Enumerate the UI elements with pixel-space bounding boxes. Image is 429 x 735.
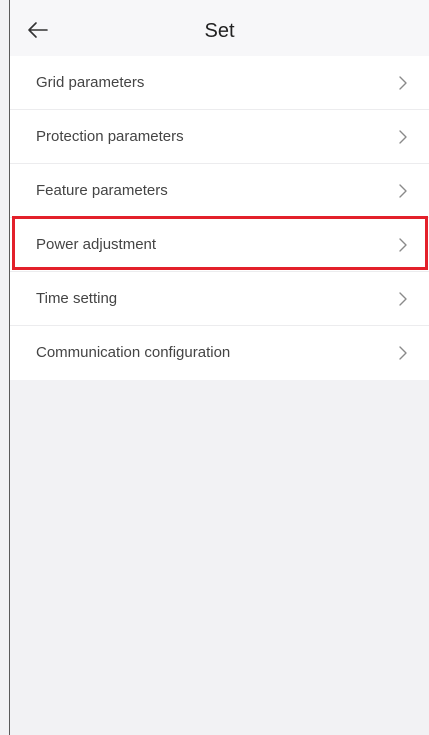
menu-item-time-setting[interactable]: Time setting: [10, 272, 429, 326]
chevron-right-icon: [399, 292, 407, 306]
page-title: Set: [204, 20, 235, 42]
chevron-right-icon: [399, 76, 407, 90]
menu-item-feature-parameters[interactable]: Feature parameters: [10, 164, 429, 218]
settings-menu-list: Grid parameters Protection parameters Fe…: [10, 56, 429, 380]
menu-item-label: Power adjustment: [36, 236, 157, 253]
header-bar: Set: [10, 0, 429, 60]
menu-item-label: Time setting: [36, 290, 118, 307]
menu-item-power-adjustment[interactable]: Power adjustment: [10, 218, 429, 272]
menu-item-communication-configuration[interactable]: Communication configuration: [10, 326, 429, 380]
menu-item-grid-parameters[interactable]: Grid parameters: [10, 56, 429, 110]
chevron-right-icon: [399, 238, 407, 252]
chevron-right-icon: [399, 130, 407, 144]
back-button[interactable]: [26, 18, 50, 42]
menu-item-protection-parameters[interactable]: Protection parameters: [10, 110, 429, 164]
chevron-right-icon: [399, 184, 407, 198]
chevron-right-icon: [399, 346, 407, 360]
menu-item-label: Feature parameters: [36, 182, 168, 199]
arrow-left-icon: [28, 22, 48, 38]
menu-item-label: Protection parameters: [36, 128, 184, 145]
settings-screen: Set Grid parameters Protection parameter…: [0, 0, 429, 735]
menu-item-label: Grid parameters: [36, 74, 145, 91]
menu-item-label: Communication configuration: [36, 344, 231, 361]
